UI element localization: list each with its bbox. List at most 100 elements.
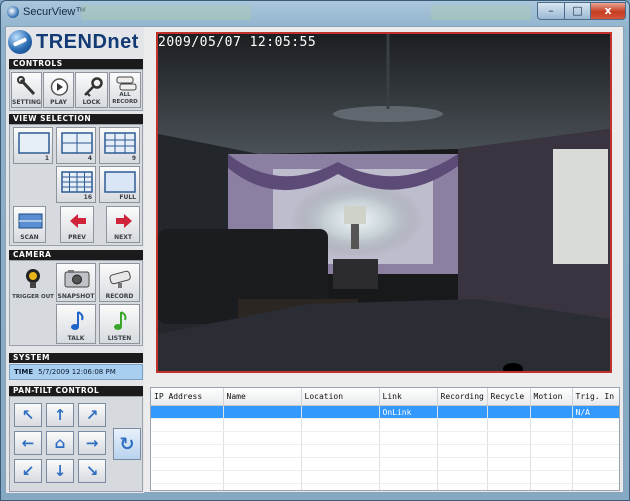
table-cell (301, 483, 380, 490)
table-cell (301, 431, 380, 445)
column-header[interactable]: IP Address (151, 388, 224, 406)
table-cell (379, 457, 438, 471)
table-cell (437, 457, 488, 471)
talk-button[interactable]: TALK (56, 304, 96, 344)
table-cell (487, 418, 531, 432)
column-header[interactable]: Name (223, 388, 302, 406)
rotate-icon: ↻ (119, 434, 135, 455)
empty-row (151, 418, 619, 432)
time-label: TIME (14, 368, 34, 376)
pan-home-button[interactable]: ⌂ (46, 431, 74, 455)
maximize-button[interactable]: □ (564, 2, 591, 20)
table-cell (301, 405, 380, 419)
table-cell (487, 470, 531, 484)
video-viewport[interactable] (156, 32, 612, 373)
trigger-out-button[interactable]: TRIGGER OUT (12, 263, 54, 302)
minimize-button[interactable]: – (537, 2, 565, 20)
table-cell (151, 483, 224, 490)
view-full-button[interactable]: FULL (99, 166, 140, 203)
device-list[interactable]: IP Address Name Location Link Recording Recyc… (150, 387, 620, 491)
trigger-out-label: TRIGGER OUT (12, 294, 54, 300)
pan-up-left-button[interactable]: ↖ (14, 403, 42, 427)
setting-label: SETTING (12, 99, 41, 106)
table-cell: OnLink (379, 405, 438, 419)
table-cell (487, 483, 531, 490)
table-cell (379, 418, 438, 432)
close-button[interactable]: x (590, 2, 626, 20)
view-4-button[interactable]: 4 (56, 127, 96, 164)
pan-left-button[interactable]: ← (14, 431, 42, 455)
table-cell (437, 431, 488, 445)
view-9-button[interactable]: 9 (99, 127, 140, 164)
arrow-up-icon: ↑ (53, 406, 67, 424)
camera-record-icon (109, 270, 131, 288)
table-cell (572, 431, 619, 445)
pan-down-button[interactable]: ↓ (46, 459, 74, 483)
pan-right-button[interactable]: → (78, 431, 106, 455)
play-label: PLAY (50, 99, 67, 106)
nine-view-icon (104, 132, 136, 154)
column-header[interactable]: Trig. In (572, 388, 619, 406)
lock-button[interactable]: LOCK (75, 72, 108, 108)
table-cell (572, 457, 619, 471)
record-button[interactable]: RECORD (99, 263, 140, 302)
snapshot-button[interactable]: SNAPSHOT (56, 263, 96, 302)
prev-button[interactable]: PREV (60, 206, 94, 243)
table-cell (301, 444, 380, 458)
arrow-down-right-icon: ↘ (85, 462, 99, 480)
column-header[interactable]: Recycle (487, 388, 531, 406)
pan-tilt-header: PAN-TILT CONTROL (9, 386, 143, 396)
view-16-button[interactable]: 16 (56, 166, 96, 203)
column-header[interactable]: Link (379, 388, 438, 406)
next-button[interactable]: NEXT (106, 206, 140, 243)
table-cell (487, 405, 531, 419)
table-cell (151, 405, 224, 419)
table-cell (301, 457, 380, 471)
snapshot-label: SNAPSHOT (57, 293, 95, 300)
table-row[interactable]: OnLink N/A (151, 405, 619, 419)
pan-up-button[interactable]: ↑ (46, 403, 74, 427)
column-header[interactable]: Recording (437, 388, 488, 406)
wrench-icon (17, 76, 36, 96)
column-header[interactable]: Location (301, 388, 380, 406)
system-time: TIME 5/7/2009 12:06:08 PM (9, 364, 143, 380)
app-icon (7, 6, 19, 18)
pan-down-left-button[interactable]: ↙ (14, 459, 42, 483)
table-cell (572, 483, 619, 490)
arrow-right-icon: → (85, 434, 99, 452)
listen-button[interactable]: LISTEN (99, 304, 140, 344)
table-cell (530, 405, 573, 419)
auto-pan-button[interactable]: ↻ (113, 428, 141, 460)
table-cell (572, 470, 619, 484)
video-timestamp: 2009/05/07 12:05:55 (158, 35, 317, 50)
table-cell (437, 483, 488, 490)
table-cell (223, 431, 302, 445)
column-header[interactable]: Motion (530, 388, 573, 406)
play-button[interactable]: PLAY (43, 72, 74, 108)
view-selection-header: VIEW SELECTION (9, 114, 143, 124)
view-1-button[interactable]: 1 (13, 127, 53, 164)
pan-up-right-button[interactable]: ↗ (78, 403, 106, 427)
setting-button[interactable]: SETTING (11, 72, 42, 108)
table-cell (379, 483, 438, 490)
table-cell (301, 418, 380, 432)
view-9-label: 9 (131, 155, 136, 162)
empty-row (151, 470, 619, 484)
empty-row (151, 457, 619, 471)
title-bar[interactable]: SecurView™ – □ x (1, 1, 629, 25)
view-full-label: FULL (119, 194, 136, 201)
table-cell (151, 444, 224, 458)
system-header: SYSTEM (9, 353, 143, 363)
pan-down-right-button[interactable]: ↘ (78, 459, 106, 483)
table-cell (487, 431, 531, 445)
table-cell (223, 444, 302, 458)
scan-button[interactable]: SCAN (13, 206, 46, 243)
all-record-button[interactable]: ALL RECORD (109, 72, 141, 108)
table-cell (487, 457, 531, 471)
table-cell (437, 444, 488, 458)
background-window-ghost (431, 5, 531, 20)
logo-globe-icon (8, 30, 32, 54)
table-cell (151, 457, 224, 471)
next-label: NEXT (114, 234, 132, 241)
camera-feed-image (158, 34, 610, 371)
